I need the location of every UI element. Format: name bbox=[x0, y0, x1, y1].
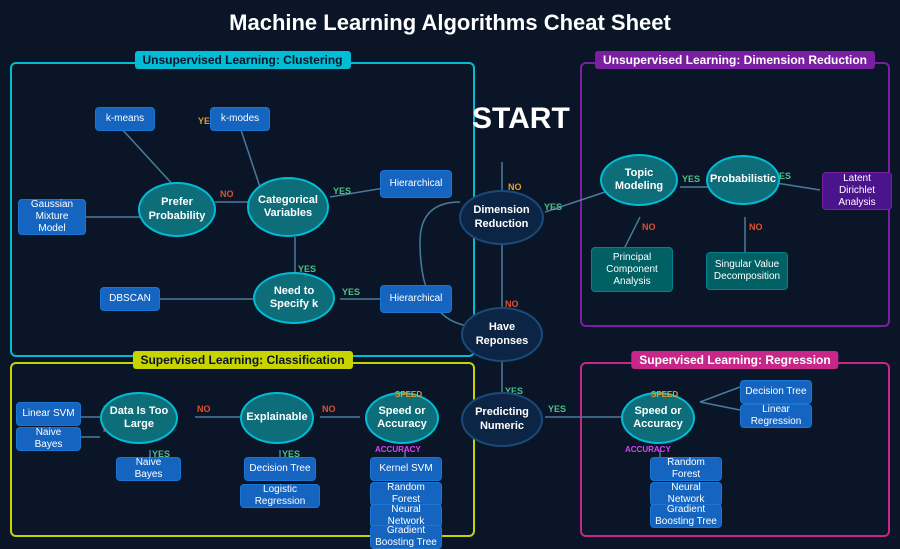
speed1-label: SPEED bbox=[395, 390, 422, 399]
decision-tree2-node: Decision Tree bbox=[740, 380, 812, 404]
hierarchical1-node: Hierarchical bbox=[380, 170, 452, 198]
sup-class-label: Supervised Learning: Classification bbox=[132, 351, 352, 369]
speed-acc1-node: Speed or Accuracy bbox=[365, 392, 439, 444]
accuracy1-label: ACCURACY bbox=[375, 445, 421, 454]
label-pred-yes: YES bbox=[548, 404, 566, 414]
probabilistic-node: Probabilistic bbox=[706, 155, 780, 205]
dbscan-node: DBSCAN bbox=[100, 287, 160, 311]
need-specify-node: Need to Specify k bbox=[253, 272, 335, 324]
hierarchical2-node: Hierarchical bbox=[380, 285, 452, 313]
accuracy2-label: ACCURACY bbox=[625, 445, 671, 454]
label-dimred-yes: YES bbox=[544, 202, 562, 212]
decision-tree1-node: Decision Tree bbox=[244, 457, 316, 481]
neural-network2-node: Neural Network bbox=[650, 482, 722, 506]
speed-acc2-node: Speed or Accuracy bbox=[621, 392, 695, 444]
naive-bayes1-node: Naive Bayes bbox=[16, 427, 81, 451]
prefer-prob-node: Prefer Probability bbox=[138, 182, 216, 237]
unsup-cluster-label: Unsupervised Learning: Clustering bbox=[134, 51, 350, 69]
predicting-numeric-node: Predicting Numeric bbox=[461, 392, 543, 447]
gradient-boosting2-node: Gradient Boosting Tree bbox=[650, 504, 722, 528]
dimension-reduction-node: Dimension Reduction bbox=[459, 190, 544, 245]
sup-reg-label: Supervised Learning: Regression bbox=[631, 351, 838, 369]
random-forest1-node: Random Forest bbox=[370, 482, 442, 506]
svd-node: Singular Value Decomposition bbox=[706, 252, 788, 290]
cat-vars-node: Categorical Variables bbox=[247, 177, 329, 237]
have-reponses-node: Have Reponses bbox=[461, 307, 543, 362]
start-node: START bbox=[472, 102, 552, 136]
linear-svm-node: Linear SVM bbox=[16, 402, 81, 426]
linear-regression-node: Linear Regression bbox=[740, 404, 812, 428]
gaussian-node: Gaussian Mixture Model bbox=[18, 199, 86, 235]
speed2-label: SPEED bbox=[651, 390, 678, 399]
naive-bayes2-node: Naive Bayes bbox=[116, 457, 181, 481]
latent-dirichlet-node: Latent Dirichlet Analysis bbox=[822, 172, 892, 210]
explainable-node: Explainable bbox=[240, 392, 314, 444]
data-too-large-node: Data Is Too Large bbox=[100, 392, 178, 444]
page-title: Machine Learning Algorithms Cheat Sheet bbox=[0, 0, 900, 42]
pca-node: Principal Component Analysis bbox=[591, 247, 673, 292]
k-modes-node: k-modes bbox=[210, 107, 270, 131]
random-forest2-node: Random Forest bbox=[650, 457, 722, 481]
kernel-svm-node: Kernel SVM bbox=[370, 457, 442, 481]
topic-modeling-node: Topic Modeling bbox=[600, 154, 678, 206]
k-means-node: k-means bbox=[95, 107, 155, 131]
gradient-boosting1-node: Gradient Boosting Tree bbox=[370, 525, 442, 549]
logistic-regression-node: Logistic Regression bbox=[240, 484, 320, 508]
unsup-dim-label: Unsupervised Learning: Dimension Reducti… bbox=[595, 51, 875, 69]
